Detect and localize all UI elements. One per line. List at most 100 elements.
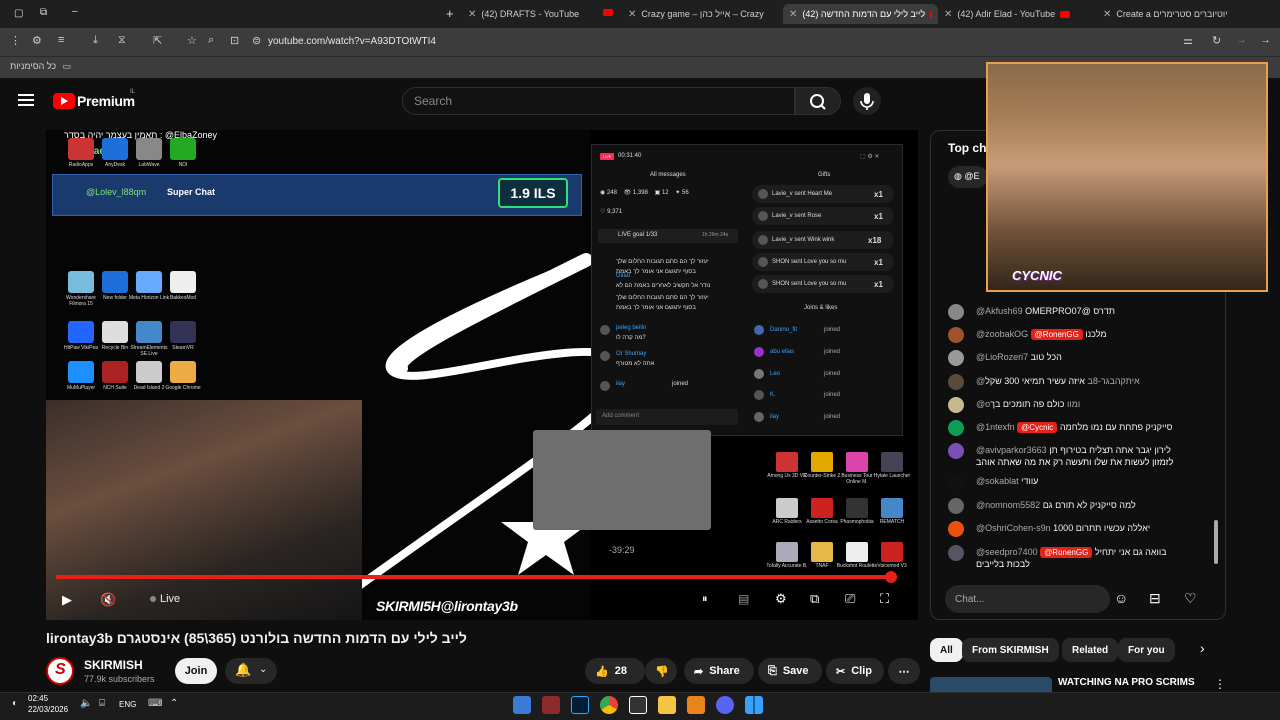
subtitles-icon[interactable]: ▤ (738, 592, 749, 606)
mention-badge[interactable]: @RonenGG (1040, 547, 1093, 558)
youtube-logo-icon[interactable] (53, 93, 75, 109)
settings-gear-icon[interactable]: ⚙ (775, 591, 787, 607)
more-icon[interactable]: ⋮ (1214, 677, 1226, 691)
heart-icon[interactable]: ♡ (1184, 590, 1197, 607)
chat-avatar[interactable] (948, 327, 964, 343)
clip-button[interactable]: ✂ Clip (826, 658, 884, 684)
filter-chip-all[interactable]: All (930, 638, 963, 662)
chat-username[interactable]: @nomnom5582 (976, 500, 1043, 510)
mention-badge[interactable]: @Cycnic (1017, 422, 1058, 433)
chat-avatar[interactable] (948, 443, 964, 459)
cast-icon[interactable]: ⎚ (845, 591, 855, 607)
chat-avatar[interactable] (948, 545, 964, 561)
window-menu-icon[interactable]: ▢ (14, 8, 23, 19)
menu-icon[interactable] (18, 94, 34, 106)
emoji-icon[interactable]: ☺ (1114, 590, 1128, 606)
speaker-icon[interactable]: 🔈 (80, 698, 92, 709)
new-tab-icon[interactable]: + (446, 6, 454, 21)
photoshop-icon[interactable] (571, 696, 589, 714)
tab-search-icon[interactable]: ⧉ (40, 7, 47, 18)
chat-username[interactable]: @zoobakOG (976, 329, 1031, 339)
close-icon[interactable]: ✕ (468, 9, 476, 20)
chat-avatar[interactable] (948, 397, 964, 413)
mention-badge[interactable]: @RonenGG (1030, 329, 1083, 340)
reading-list-icon[interactable]: ≡ (58, 34, 64, 46)
game-icon[interactable] (542, 696, 560, 714)
progress-bar[interactable] (56, 575, 894, 579)
open-external-icon[interactable]: ⇱ (153, 34, 162, 47)
clock-date[interactable]: 22/03/2026 (28, 705, 68, 714)
network-icon[interactable]: ⌸ (99, 698, 105, 709)
site-info-icon[interactable]: ⊜ (252, 34, 261, 47)
recommended-title[interactable]: WATCHING NA PRO SCRIMS (1058, 677, 1195, 688)
close-icon[interactable]: ✕ (1103, 9, 1111, 20)
gifts-tab[interactable]: Gifts (818, 172, 830, 178)
bookmark-star-icon[interactable]: ☆ (187, 34, 197, 47)
pinned-chip[interactable]: ◍ @E (948, 166, 988, 188)
back-icon[interactable]: → (1260, 34, 1271, 46)
widgets-icon[interactable]: ◐ (12, 698, 18, 709)
customize-icon[interactable]: ⚌ (1183, 34, 1193, 47)
discord-icon[interactable] (716, 696, 734, 714)
chat-username[interactable]: @LioRozeri7 (976, 352, 1031, 362)
channel-name[interactable]: SKIRMISH (84, 658, 143, 672)
chat-username[interactable]: @seedpro7400 (976, 547, 1040, 557)
menu-dots-icon[interactable]: ⋮ (10, 34, 21, 47)
app-icon[interactable] (687, 696, 705, 714)
chevron-right-icon[interactable]: › (1200, 640, 1205, 656)
close-icon[interactable]: ✕ (789, 9, 797, 20)
notifications-button[interactable]: 🔔 ⌄ (225, 658, 277, 684)
chat-username[interactable]: @Akfush69 (976, 306, 1025, 316)
tab-crazy-game[interactable]: ✕ Crazy game – אייל כהן – Crazy (628, 4, 783, 24)
chat-avatar[interactable] (948, 304, 964, 320)
pause-autoplay-toggle[interactable]: ⏸ (702, 593, 708, 606)
tray-chevron-icon[interactable]: ⌃ (170, 698, 178, 709)
chat-avatar[interactable] (948, 474, 964, 490)
all-bookmarks-link[interactable]: כל הסימניות ▭ (10, 61, 71, 72)
chat-username[interactable]: @OshriCohen-s9n (976, 523, 1053, 533)
chat-input[interactable] (945, 585, 1105, 613)
chrome-icon[interactable] (600, 696, 618, 714)
tab-drafts[interactable]: ✕ (42) DRAFTS - YouTube (468, 4, 618, 24)
extensions-icon[interactable]: ⧖ (118, 34, 126, 47)
download-icon[interactable]: ⤓ (93, 34, 98, 47)
chat-username[interactable]: @avivparkor3663 (976, 445, 1049, 455)
tab-live-stream[interactable]: ✕ (42) לייב לילי עם הדמות החדשה (783, 4, 938, 24)
dislike-button[interactable]: 👎 (645, 658, 677, 684)
channel-avatar[interactable] (46, 657, 74, 685)
notepad-icon[interactable] (513, 696, 531, 714)
chat-avatar[interactable] (948, 420, 964, 436)
chat-avatar[interactable] (948, 350, 964, 366)
filter-chip-from-skirmish[interactable]: From SKIRMISH (962, 638, 1059, 662)
live-indicator[interactable]: Live (150, 593, 180, 605)
logo-text[interactable]: Premium (77, 93, 135, 109)
epic-games-icon[interactable] (629, 696, 647, 714)
close-icon[interactable]: ✕ (628, 9, 636, 20)
chat-avatar[interactable] (948, 521, 964, 537)
chat-username[interactable]: @1ntexfn (976, 422, 1017, 432)
reload-icon[interactable]: ↻ (1212, 34, 1221, 47)
miniplayer-icon[interactable]: ⧉ (810, 591, 819, 607)
voice-search-button[interactable] (853, 87, 881, 115)
play-button[interactable]: ▶ (62, 592, 72, 608)
all-messages-tab[interactable]: All messages (650, 172, 686, 178)
keyboard-icon[interactable]: ⌨ (148, 698, 162, 709)
chat-avatar[interactable] (948, 374, 964, 390)
chat-username[interactable]: @sokablat (976, 476, 1021, 486)
zoom-icon[interactable]: ⌕ (208, 34, 214, 47)
fullscreen-icon[interactable]: ⛶ (880, 591, 889, 607)
minimize-icon[interactable]: – (72, 6, 78, 17)
save-button[interactable]: ⎘ Save (758, 658, 822, 684)
url-field[interactable]: youtube.com/watch?v=A93DTOtWTI4 (268, 36, 436, 47)
extension-icon[interactable]: ⚙ (32, 34, 42, 47)
tab-create[interactable]: ✕ Create a יוטיוברים סטרימרים (1103, 4, 1253, 24)
language-indicator[interactable]: ENG (119, 700, 136, 709)
more-actions-button[interactable]: ⋯ (888, 658, 920, 684)
clock-time[interactable]: 02:45 (28, 694, 48, 703)
add-comment-field[interactable]: Add comment (596, 409, 738, 425)
filter-chip-for-you[interactable]: For you (1118, 638, 1175, 662)
install-icon[interactable]: ⊡ (230, 34, 239, 47)
filter-chip-related[interactable]: Related (1062, 638, 1119, 662)
chat-avatar[interactable] (948, 498, 964, 514)
start-icon[interactable] (745, 696, 763, 714)
